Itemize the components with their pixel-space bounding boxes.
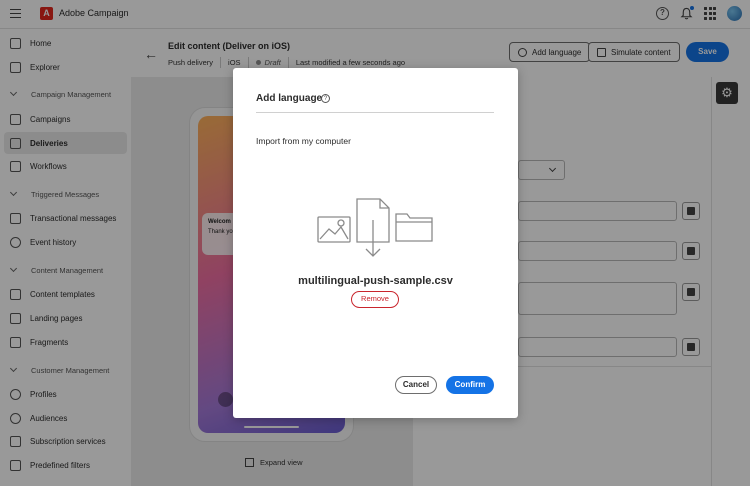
add-language-dialog: Add language ? Import from my computer m…: [233, 68, 518, 418]
file-name: multilingual-push-sample.csv: [298, 275, 453, 287]
divider: [256, 112, 494, 113]
help-icon[interactable]: ?: [321, 94, 330, 103]
file-upload-illustration-icon: [317, 198, 433, 257]
dialog-title: Add language: [256, 93, 323, 104]
import-heading: Import from my computer: [256, 136, 351, 146]
confirm-button[interactable]: Confirm: [446, 376, 494, 394]
remove-button[interactable]: Remove: [351, 291, 399, 308]
cancel-button[interactable]: Cancel: [395, 376, 437, 394]
